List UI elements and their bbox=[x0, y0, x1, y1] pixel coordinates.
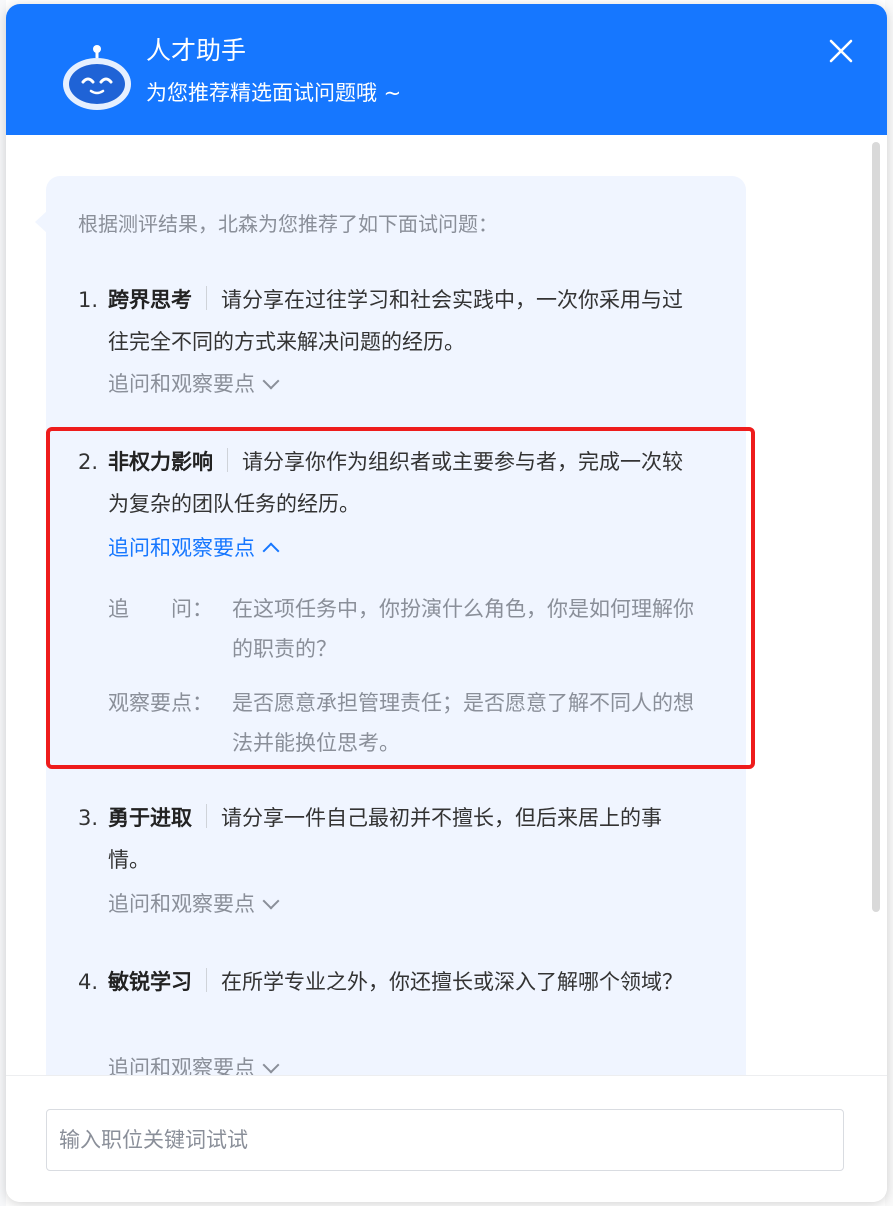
scrollbar-thumb[interactable] bbox=[872, 142, 880, 912]
highlight-box bbox=[46, 427, 755, 769]
question-text: 在所学专业之外，你还擅长或深入了解哪个领域？ bbox=[221, 970, 683, 994]
question-body: 跨界思考 请分享在过往学习和社会实践中，一次你采用与过往完全不同的方式来解决问题的… bbox=[108, 279, 698, 363]
question-item-1: 1. 跨界思考 请分享在过往学习和社会实践中，一次你采用与过往完全不同的方式来解决… bbox=[78, 279, 698, 369]
keyword-search-input[interactable] bbox=[46, 1109, 844, 1171]
bubble-tail bbox=[35, 211, 47, 233]
header-title: 人才助手 bbox=[146, 36, 247, 65]
chevron-down-icon bbox=[262, 1056, 280, 1074]
question-item-3: 3. 勇于进取 请分享一件自己最初并不擅长，但后来居上的事情。 bbox=[78, 797, 698, 887]
question-number: 1. bbox=[78, 288, 99, 312]
question-body: 敏锐学习 在所学专业之外，你还擅长或深入了解哪个领域？ bbox=[108, 961, 698, 1003]
chat-scroll-area[interactable]: 根据测评结果，北森为您推荐了如下面试问题： 1. 跨界思考 请分享在过往学习和社会… bbox=[6, 135, 887, 1075]
panel-header: 人才助手 为您推荐精选面试问题哦 ~ bbox=[6, 4, 887, 135]
close-icon[interactable] bbox=[824, 34, 858, 68]
question-number: 4. bbox=[78, 970, 99, 994]
toggle-label: 追问和观察要点 bbox=[108, 372, 255, 396]
followup-toggle-4[interactable]: 追问和观察要点 bbox=[108, 1053, 280, 1075]
question-competency: 勇于进取 bbox=[108, 806, 192, 830]
toggle-label: 追问和观察要点 bbox=[108, 1056, 255, 1075]
toggle-label: 追问和观察要点 bbox=[108, 892, 255, 916]
divider bbox=[206, 968, 207, 992]
robot-avatar-icon bbox=[63, 45, 131, 110]
talent-assistant-panel: 人才助手 为您推荐精选面试问题哦 ~ 根据测评结果，北森为您推荐了如下面试问题：… bbox=[6, 4, 887, 1202]
header-subtitle: 为您推荐精选面试问题哦 ~ bbox=[146, 81, 402, 105]
divider bbox=[206, 286, 207, 310]
input-footer bbox=[6, 1075, 887, 1202]
followup-toggle-1[interactable]: 追问和观察要点 bbox=[108, 369, 280, 399]
question-competency: 敏锐学习 bbox=[108, 970, 192, 994]
question-number: 3. bbox=[78, 806, 99, 830]
intro-text: 根据测评结果，北森为您推荐了如下面试问题： bbox=[78, 212, 498, 236]
question-body: 勇于进取 请分享一件自己最初并不擅长，但后来居上的事情。 bbox=[108, 797, 698, 881]
chevron-down-icon bbox=[262, 372, 280, 390]
followup-toggle-3[interactable]: 追问和观察要点 bbox=[108, 889, 280, 919]
chevron-down-icon bbox=[262, 892, 280, 910]
question-item-4: 4. 敏锐学习 在所学专业之外，你还擅长或深入了解哪个领域？ bbox=[78, 961, 698, 1051]
divider bbox=[206, 804, 207, 828]
question-text: 请分享在过往学习和社会实践中，一次你采用与过往完全不同的方式来解决问题的经历。 bbox=[108, 288, 683, 354]
question-competency: 跨界思考 bbox=[108, 288, 192, 312]
